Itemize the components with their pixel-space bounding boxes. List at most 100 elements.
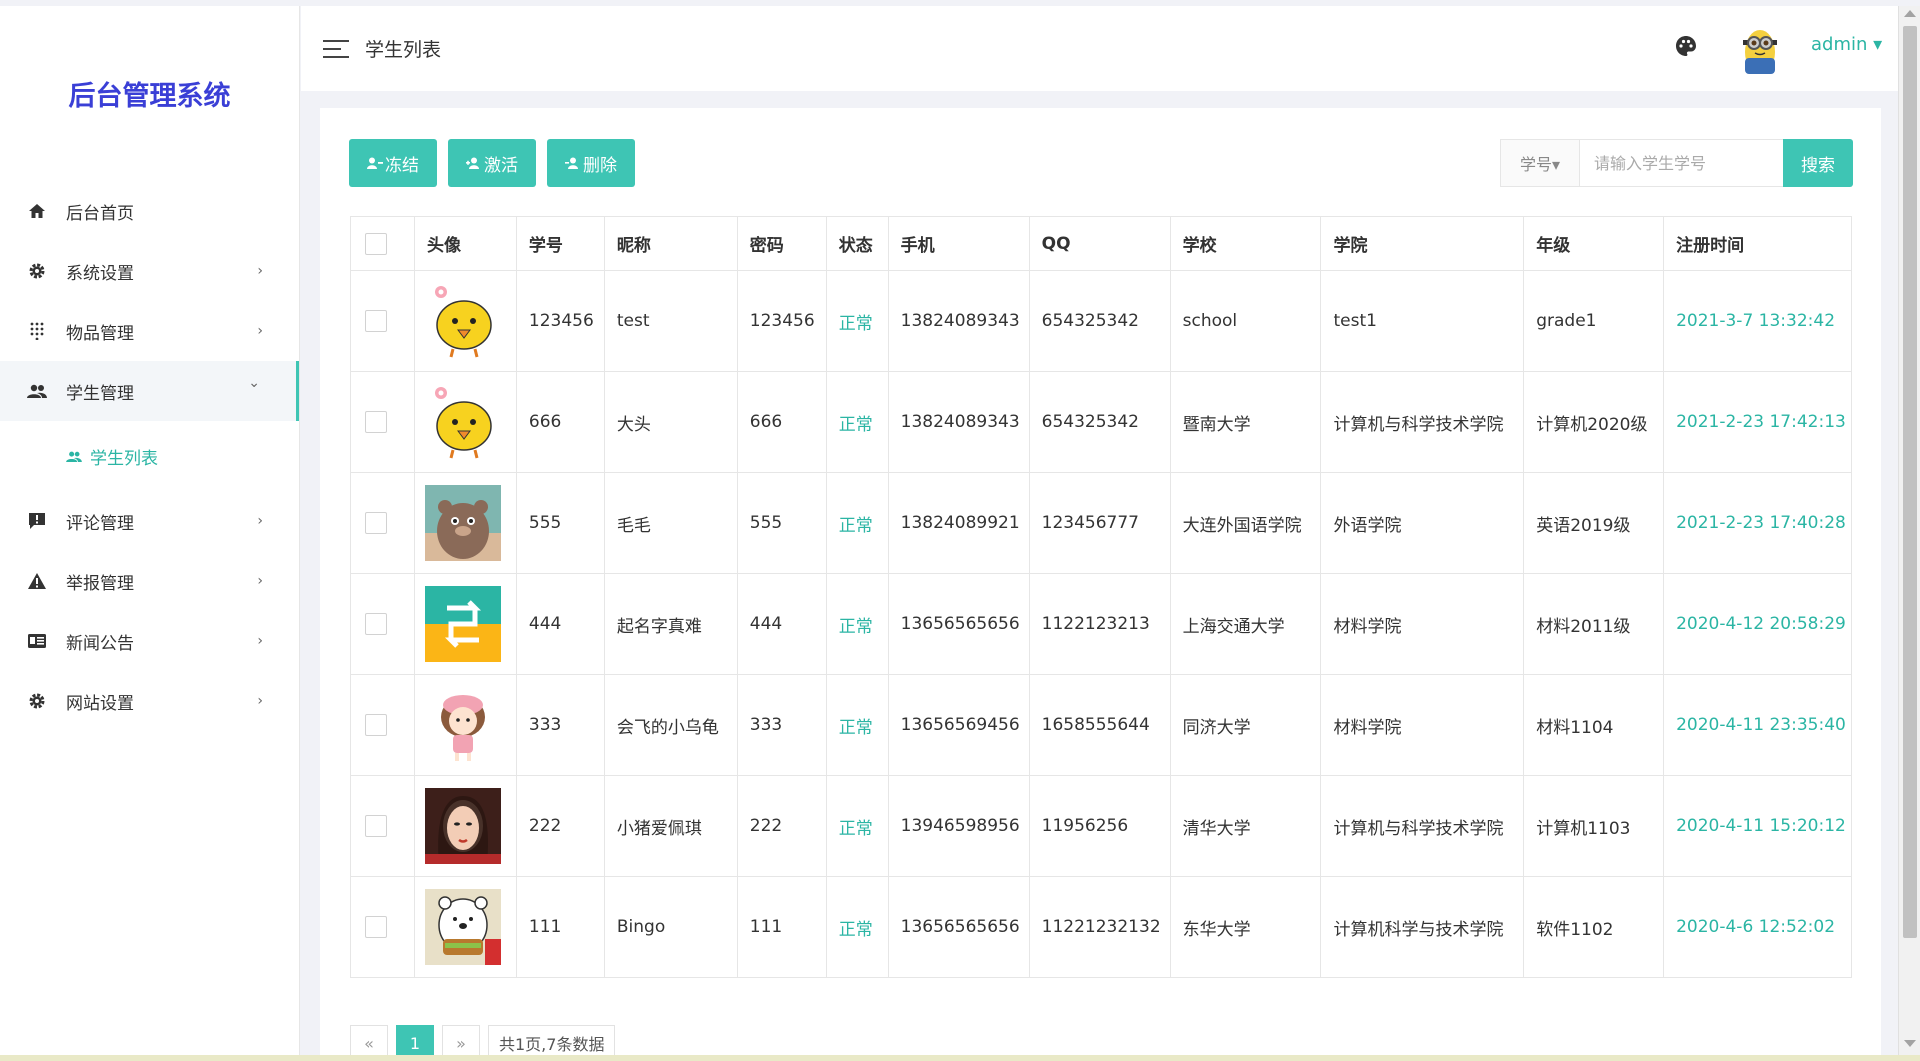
cell-phone: 13946598956 bbox=[887, 775, 1030, 877]
scroll-down-icon[interactable] bbox=[1904, 1040, 1916, 1047]
delete-button[interactable]: 删除 bbox=[547, 139, 635, 187]
cell-nick: 起名字真难 bbox=[603, 573, 738, 675]
sidebar-subitem-student-list[interactable]: 学生列表 bbox=[0, 421, 299, 491]
people-icon bbox=[66, 447, 84, 465]
chevron-right-icon: › bbox=[257, 633, 263, 649]
cell-grade: grade1 bbox=[1523, 270, 1665, 372]
cell-time: 2020-4-11 23:35:40 bbox=[1663, 674, 1852, 776]
cell-college: 计算机与科学技术学院 bbox=[1320, 775, 1525, 877]
palette-icon[interactable] bbox=[1674, 34, 1698, 58]
cell-school: 大连外国语学院 bbox=[1169, 472, 1322, 574]
hamburger-menu-icon[interactable] bbox=[323, 39, 349, 58]
table-row[interactable]: 555 毛毛 555 正常 13824089921 123456777 大连外国语学院 外语学… bbox=[350, 472, 1852, 574]
avatar-cell bbox=[413, 270, 517, 372]
delete-label: 删除 bbox=[583, 155, 617, 176]
sidebar-item-comments[interactable]: 评论管理 › bbox=[0, 491, 299, 551]
sidebar-item-site-settings[interactable]: 网站设置 › bbox=[0, 671, 299, 731]
row-checkbox[interactable] bbox=[365, 613, 387, 635]
cell-nick: Bingo bbox=[603, 876, 738, 978]
row-checkbox[interactable] bbox=[365, 512, 387, 534]
table-row[interactable]: 111 Bingo 111 正常 13656565656 11221232132 东华大学计… bbox=[350, 876, 1852, 978]
row-checkbox[interactable] bbox=[365, 815, 387, 837]
cell-qq: 654325342 bbox=[1028, 371, 1171, 473]
user-avatar[interactable] bbox=[1734, 22, 1786, 78]
cell-status: 正常 bbox=[825, 371, 889, 473]
cell-id: 123456 bbox=[515, 270, 605, 372]
row-checkbox[interactable] bbox=[365, 916, 387, 938]
activate-button[interactable]: 激活 bbox=[448, 139, 536, 187]
table-row[interactable]: 666 大头 666 正常 13824089343 654325342 暨南大学 计算机与科学… bbox=[350, 371, 1852, 473]
cell-phone: 13656565656 bbox=[887, 876, 1030, 978]
sidebar-item-students[interactable]: 学生管理 ⌄ bbox=[0, 361, 299, 421]
student-avatar bbox=[424, 788, 516, 864]
cell-qq: 123456777 bbox=[1028, 472, 1171, 574]
column-header: 注册时间 bbox=[1663, 216, 1852, 271]
search-input[interactable] bbox=[1580, 139, 1783, 187]
chevron-right-icon: › bbox=[257, 263, 263, 279]
row-select-cell bbox=[350, 472, 415, 574]
table-row[interactable]: 444 起名字真难 444 正常 13656565656 1122123213 上海交通大学… bbox=[350, 573, 1852, 675]
search-box: 学号▾ 搜索 bbox=[1500, 139, 1853, 187]
scrollbar-thumb[interactable] bbox=[1903, 26, 1917, 938]
sidebar-item-reports[interactable]: 举报管理 › bbox=[0, 551, 299, 611]
chevron-right-icon: › bbox=[257, 513, 263, 529]
avatar-cell bbox=[413, 371, 517, 473]
cell-school: school bbox=[1169, 270, 1322, 372]
column-header: 昵称 bbox=[603, 216, 738, 271]
user-menu[interactable]: admin ▾ bbox=[1811, 34, 1882, 55]
cell-pwd: 666 bbox=[736, 371, 827, 473]
student-avatar bbox=[424, 283, 516, 359]
freeze-button[interactable]: 冻结 bbox=[349, 139, 437, 187]
cell-id: 333 bbox=[515, 674, 605, 776]
comment-icon bbox=[26, 510, 48, 532]
student-avatar bbox=[424, 586, 516, 662]
student-avatar bbox=[424, 889, 516, 965]
grid-dots-icon bbox=[26, 320, 48, 342]
chevron-right-icon: › bbox=[257, 573, 263, 589]
sidebar-item-news[interactable]: 新闻公告 › bbox=[0, 611, 299, 671]
sidebar-item-items[interactable]: 物品管理 › bbox=[0, 301, 299, 361]
bottom-strip bbox=[0, 1055, 1920, 1061]
sidebar-item-home[interactable]: 后台首页 bbox=[0, 181, 299, 241]
search-button[interactable]: 搜索 bbox=[1783, 139, 1853, 187]
vertical-scrollbar[interactable] bbox=[1898, 6, 1920, 1055]
activate-label: 激活 bbox=[484, 155, 518, 176]
cell-id: 222 bbox=[515, 775, 605, 877]
table-row[interactable]: 123456 test 123456 正常 13824089343 654325342 sc… bbox=[350, 270, 1852, 372]
sidebar: 后台管理系统 后台首页 系统设置 › 物品管理 › 学生管理 ⌄ 学生列表 评论… bbox=[0, 6, 300, 1055]
table-row[interactable]: 333 会飞的小乌龟 333 正常 13656569456 1658555644 同济大学材… bbox=[350, 674, 1852, 776]
cell-phone: 13824089343 bbox=[887, 270, 1030, 372]
cell-pwd: 111 bbox=[736, 876, 827, 978]
row-checkbox[interactable] bbox=[365, 714, 387, 736]
select-all-checkbox[interactable] bbox=[365, 232, 387, 255]
cell-nick: 毛毛 bbox=[603, 472, 738, 574]
news-icon bbox=[26, 630, 48, 652]
search-field-select[interactable]: 学号▾ bbox=[1500, 139, 1580, 187]
cell-college: 计算机与科学技术学院 bbox=[1320, 371, 1525, 473]
sidebar-item-label: 系统设置 bbox=[66, 263, 134, 284]
cell-qq: 654325342 bbox=[1028, 270, 1171, 372]
avatar-cell bbox=[413, 472, 517, 574]
column-header: 头像 bbox=[413, 216, 517, 271]
cell-time: 2020-4-11 15:20:12 bbox=[1663, 775, 1852, 877]
cell-college: 材料学院 bbox=[1320, 573, 1525, 675]
column-header: 学院 bbox=[1320, 216, 1525, 271]
sidebar-item-label: 后台首页 bbox=[66, 203, 134, 224]
sidebar-item-system-settings[interactable]: 系统设置 › bbox=[0, 241, 299, 301]
cell-school: 清华大学 bbox=[1169, 775, 1322, 877]
cell-qq: 1122123213 bbox=[1028, 573, 1171, 675]
warning-icon bbox=[26, 570, 48, 592]
row-checkbox[interactable] bbox=[365, 310, 387, 332]
sidebar-item-label: 新闻公告 bbox=[66, 633, 134, 654]
cell-college: 材料学院 bbox=[1320, 674, 1525, 776]
column-header: 学校 bbox=[1169, 216, 1322, 271]
column-header: 学号 bbox=[515, 216, 605, 271]
scroll-up-icon[interactable] bbox=[1904, 10, 1916, 17]
user-remove-icon bbox=[565, 156, 581, 170]
content-panel: 冻结 激活 删除 学号▾ 搜索 bbox=[320, 108, 1881, 1061]
row-select-cell bbox=[350, 876, 415, 978]
cell-grade: 软件1102 bbox=[1523, 876, 1665, 978]
table-row[interactable]: 222 小猪爱佩琪 222 正常 13946598956 11956256 清华大学 计算机与… bbox=[350, 775, 1852, 877]
cell-status: 正常 bbox=[825, 573, 889, 675]
row-checkbox[interactable] bbox=[365, 411, 387, 433]
